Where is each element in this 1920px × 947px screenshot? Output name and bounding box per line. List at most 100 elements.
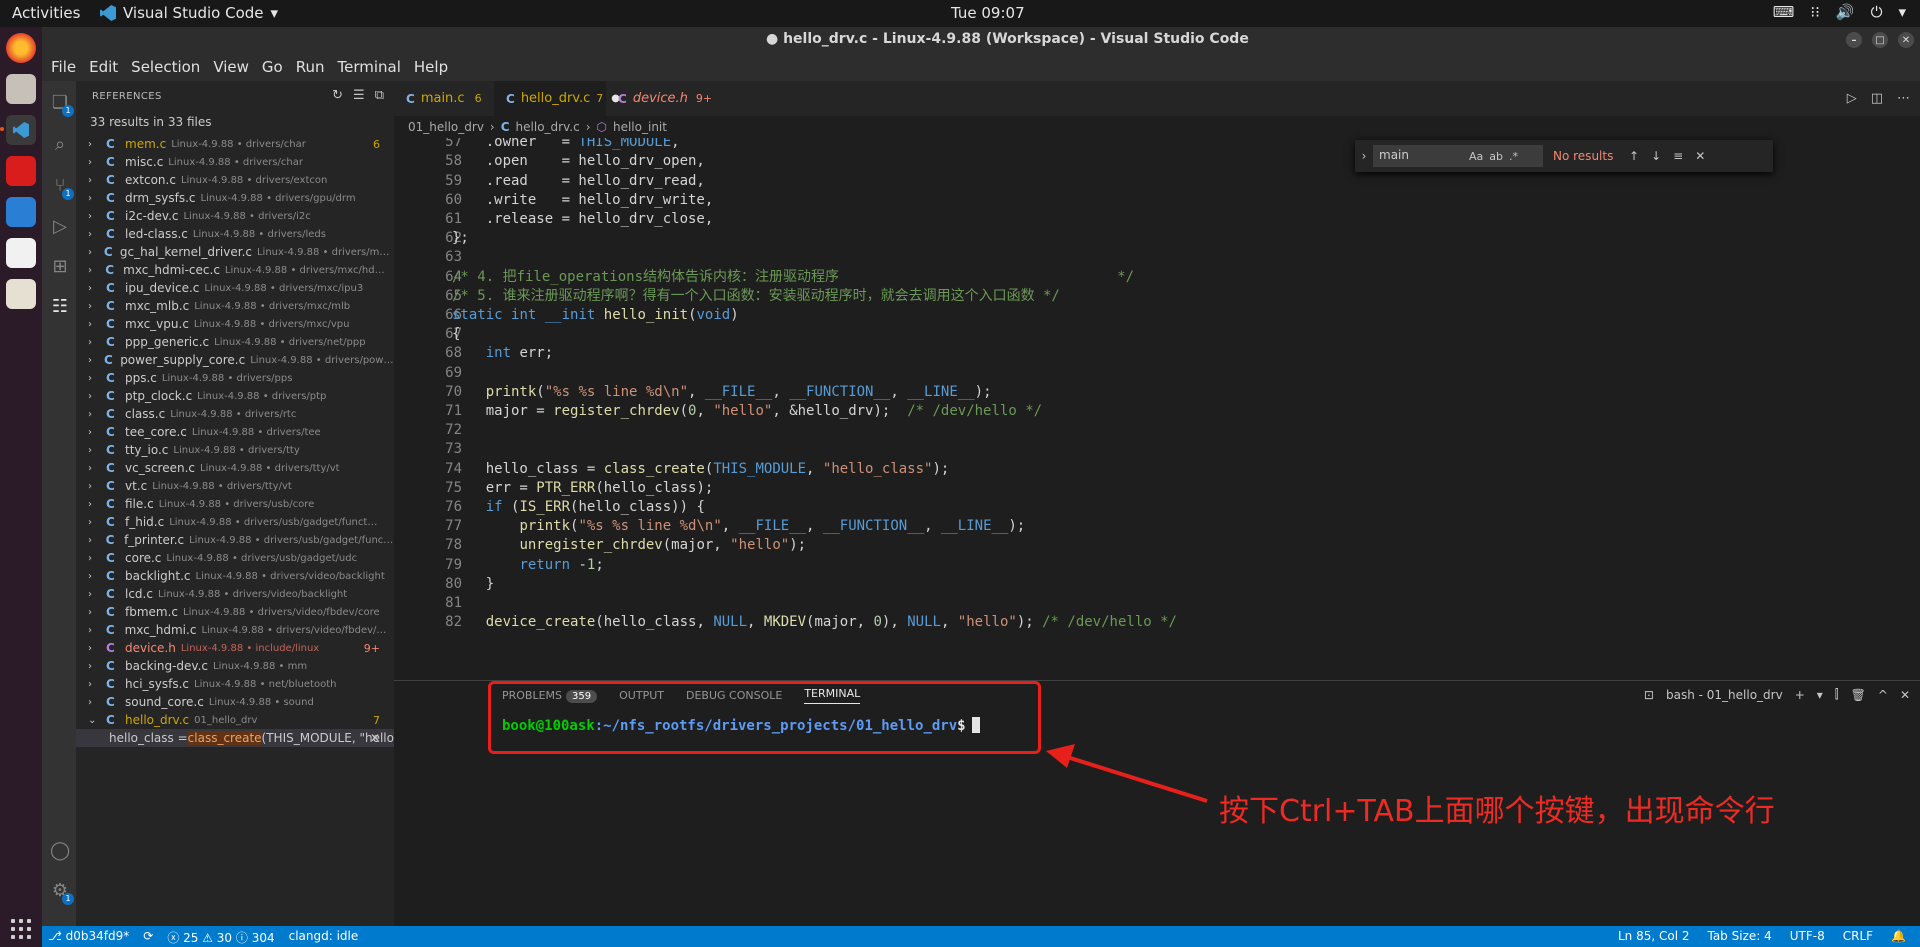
reference-file-row[interactable]: › Cmxc_vpu.c Linux-4.9.88 • drivers/mxc/vp… [76,315,394,333]
text-editor-icon[interactable] [6,279,36,309]
chevron-right-icon[interactable]: › [88,535,98,546]
activities-button[interactable]: Activities [12,4,80,22]
git-branch[interactable]: ⎇ d0b34fd9* [48,929,129,946]
chevron-right-icon[interactable]: › [88,247,96,258]
chevron-right-icon[interactable]: › [88,373,98,384]
chevron-right-icon[interactable]: › [88,391,98,402]
reference-file-row[interactable]: › Ci2c-dev.c Linux-4.9.88 • drivers/i2c [76,207,394,225]
clear-icon[interactable]: ☰ [353,88,365,103]
new-terminal-icon[interactable]: + [1795,688,1805,702]
reference-file-row[interactable]: › Csound_core.c Linux-4.9.88 • sound [76,693,394,711]
sync-icon[interactable]: ⟳ [143,929,153,946]
reference-file-row[interactable]: › Cbacklight.c Linux-4.9.88 • drivers/vide… [76,567,394,585]
previous-match-icon[interactable]: ↑ [1629,149,1639,163]
accounts-icon[interactable]: ◯ [50,841,70,861]
chevron-right-icon[interactable]: › [88,607,98,618]
terminal-notes-icon[interactable] [6,238,36,268]
more-actions-icon[interactable]: ⋯ [1897,91,1910,106]
chevron-right-icon[interactable]: › [88,463,98,474]
split-terminal-icon[interactable]: ⫿ [1835,687,1839,702]
chevron-right-icon[interactable]: › [88,571,98,582]
maximize-panel-icon[interactable]: ^ [1878,688,1888,702]
chevron-right-icon[interactable]: › [88,481,98,492]
chevron-right-icon[interactable]: › [88,175,98,186]
terminal-dropdown-icon[interactable]: ▾ [1817,688,1823,702]
reference-file-row[interactable]: › Cmem.c Linux-4.9.88 • drivers/char 6 [76,135,394,153]
wps-writer-icon[interactable] [6,197,36,227]
close-panel-icon[interactable]: ✕ [1900,688,1910,702]
tray-menu-icon[interactable]: ▾ [1898,3,1906,21]
problems-status[interactable]: ⓧ 25 ⚠ 30 ⓘ 304 [167,929,274,946]
reference-file-row[interactable]: › Ccore.c Linux-4.9.88 • drivers/usb/gadge… [76,549,394,567]
wps-pdf-icon[interactable] [6,156,36,186]
chevron-right-icon[interactable]: › [88,211,98,222]
close-window-icon[interactable]: ✕ [1898,32,1914,48]
search-icon[interactable]: ⌕ [50,135,70,155]
reference-file-row[interactable]: › Cvt.c Linux-4.9.88 • drivers/tty/vt [76,477,394,495]
reference-file-row[interactable]: › Cmxc_hdmi-cec.c Linux-4.9.88 • drivers/m… [76,261,394,279]
menu-edit[interactable]: Edit [89,58,118,76]
regex-icon[interactable]: .* [1509,150,1518,163]
close-find-icon[interactable]: ✕ [1695,149,1705,163]
extensions-icon[interactable]: ⊞ [50,257,70,277]
reference-file-row[interactable]: › Cdevice.h Linux-4.9.88 • include/linux 9+ [76,639,394,657]
vscode-dock-icon[interactable] [0,115,36,145]
chevron-right-icon[interactable]: › [88,265,97,276]
chevron-right-icon[interactable]: › [88,445,98,456]
reference-file-row[interactable]: › Clcd.c Linux-4.9.88 • drivers/video/back… [76,585,394,603]
chevron-down-icon[interactable]: ⌄ [88,715,98,726]
reference-file-row[interactable]: › Cdrm_sysfs.c Linux-4.9.88 • drivers/gpu/… [76,189,394,207]
bell-icon[interactable]: 🔔 [1891,929,1906,943]
show-apps-icon[interactable] [11,919,31,939]
dismiss-reference-icon[interactable]: ✕ [370,731,380,745]
match-word-icon[interactable]: ab [1489,150,1503,163]
chevron-right-icon[interactable]: › [88,679,98,690]
volume-icon[interactable]: 🔊 [1836,3,1855,21]
tab-hello-drv-c[interactable]: C hello_drv.c 7 ● [494,81,620,116]
reference-file-row[interactable]: ⌄ Chello_drv.c 01_hello_drv 7 [76,711,394,729]
reference-file-row[interactable]: › Cptp_clock.c Linux-4.9.88 • drivers/ptp [76,387,394,405]
reference-file-row[interactable]: › Cbacking-dev.c Linux-4.9.88 • mm [76,657,394,675]
reference-file-row[interactable]: › Cpps.c Linux-4.9.88 • drivers/pps [76,369,394,387]
toggle-replace-icon[interactable]: › [1355,149,1373,163]
menu-run[interactable]: Run [296,58,325,76]
network-icon[interactable]: ⁝⁝ [1810,3,1820,21]
chevron-right-icon[interactable]: › [88,409,98,420]
find-in-selection-icon[interactable]: ≡ [1673,149,1683,163]
menu-terminal[interactable]: Terminal [338,58,401,76]
minimize-icon[interactable]: – [1846,32,1862,48]
menu-file[interactable]: File [51,58,76,76]
chevron-right-icon[interactable]: › [88,283,98,294]
reference-file-row[interactable]: › Cled-class.c Linux-4.9.88 • drivers/leds [76,225,394,243]
chevron-right-icon[interactable]: › [88,193,98,204]
reference-file-row[interactable]: › Cfile.c Linux-4.9.88 • drivers/usb/core [76,495,394,513]
split-editor-icon[interactable]: ◫ [1871,91,1883,106]
chevron-right-icon[interactable]: › [88,553,98,564]
tab-size[interactable]: Tab Size: 4 [1707,929,1771,943]
files-icon[interactable] [6,74,36,104]
menu-view[interactable]: View [213,58,249,76]
code-editor[interactable]: 56static struct file_operations hello_dr… [394,138,1920,680]
reference-file-row[interactable]: › Cf_hid.c Linux-4.9.88 • drivers/usb/gadg… [76,513,394,531]
menu-selection[interactable]: Selection [131,58,200,76]
next-match-icon[interactable]: ↓ [1651,149,1661,163]
chevron-right-icon[interactable]: › [88,337,98,348]
run-debug-icon[interactable]: ▷ [50,217,70,237]
end-of-line[interactable]: CRLF [1843,929,1873,943]
clock[interactable]: Tue 09:07 [951,4,1025,22]
refresh-icon[interactable]: ↻ [332,88,343,103]
menu-go[interactable]: Go [262,58,283,76]
chevron-right-icon[interactable]: › [88,517,98,528]
encoding[interactable]: UTF-8 [1790,929,1825,943]
reference-file-row[interactable]: › Cppp_generic.c Linux-4.9.88 • drivers/ne… [76,333,394,351]
breadcrumb-symbol[interactable]: hello_init [613,120,667,134]
match-case-icon[interactable]: Aa [1469,150,1483,163]
chevron-right-icon[interactable]: › [88,661,98,672]
reference-match-row[interactable]: hello_class = class_create (THIS_MODULE, … [76,729,394,747]
run-icon[interactable]: ▷ [1847,91,1857,106]
trash-icon[interactable]: 🗑 [1851,688,1866,702]
menu-help[interactable]: Help [414,58,448,76]
maximize-icon[interactable]: □ [1872,32,1888,48]
chevron-right-icon[interactable]: › [88,301,98,312]
tab-main-c[interactable]: C main.c 6 [394,81,494,116]
